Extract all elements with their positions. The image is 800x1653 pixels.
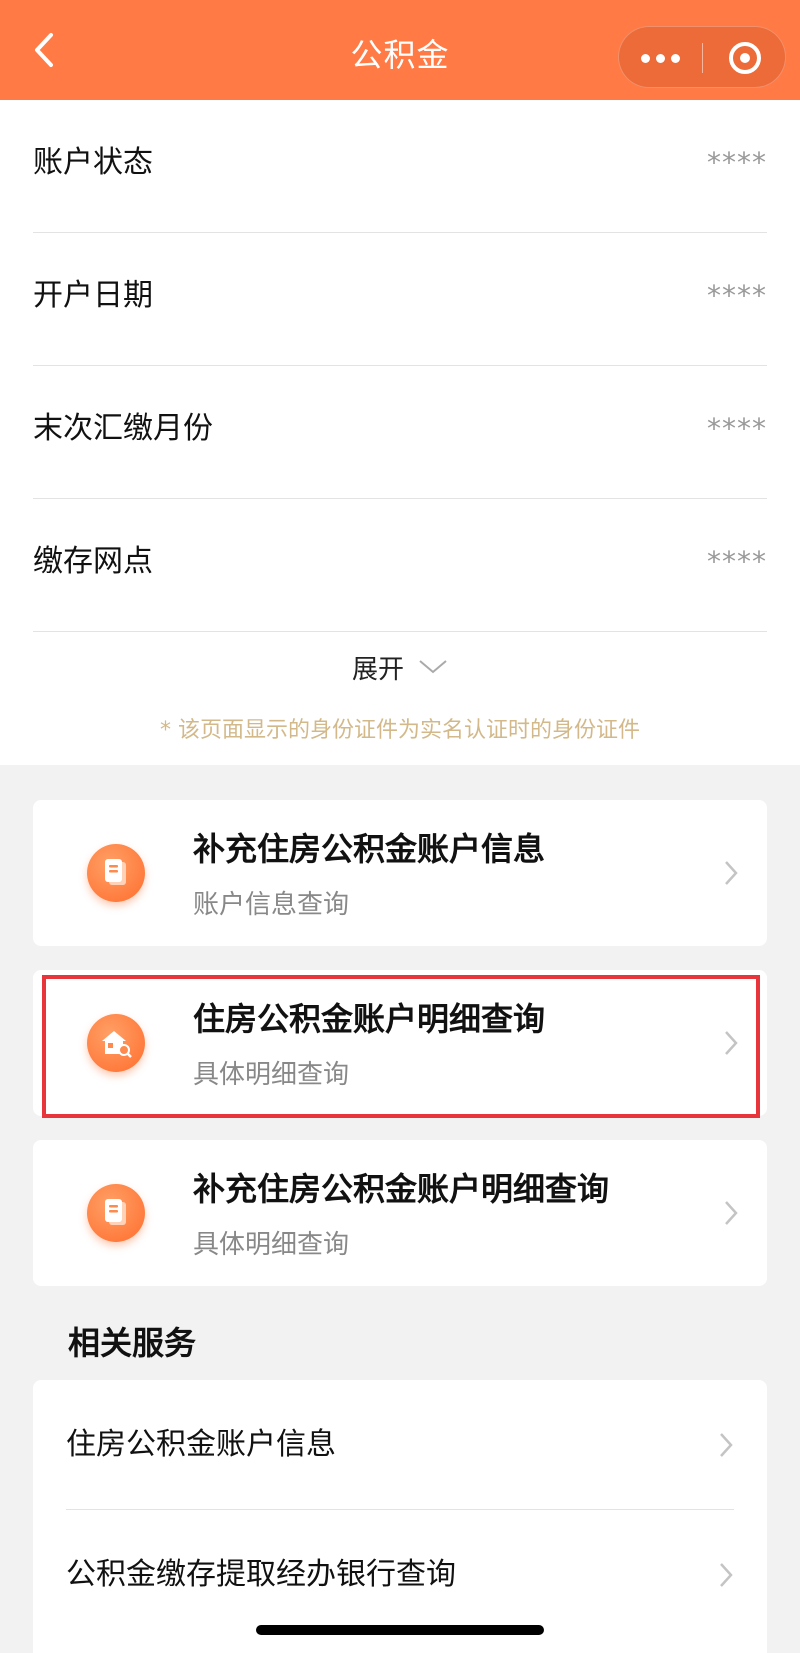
close-mini-program-button[interactable] <box>703 27 786 89</box>
info-label: 缴存网点 <box>33 544 153 579</box>
related-item-bank-query[interactable]: 公积金缴存提取经办银行查询 <box>66 1510 734 1640</box>
more-dots-icon <box>641 53 680 63</box>
related-services-title: 相关服务 <box>68 1324 197 1362</box>
card-subtitle: 具体明细查询 <box>193 1060 350 1090</box>
card-subtitle: 账户信息查询 <box>193 890 350 920</box>
card-title: 住房公积金账户明细查询 <box>193 1000 546 1038</box>
expand-button[interactable]: 展开 <box>0 637 800 697</box>
document-icon <box>87 844 145 902</box>
chevron-right-icon <box>716 1425 736 1465</box>
info-row-open-date: 开户日期 **** <box>33 233 767 366</box>
target-circle-icon <box>728 42 761 74</box>
info-label: 账户状态 <box>33 145 153 180</box>
related-item-housing-fund-account-info[interactable]: 住房公积金账户信息 <box>66 1380 734 1510</box>
info-value: **** <box>707 279 767 312</box>
info-row-deposit-branch: 缴存网点 **** <box>33 499 767 632</box>
related-item-label: 公积金缴存提取经办银行查询 <box>66 1557 456 1592</box>
card-title: 补充住房公积金账户信息 <box>193 830 546 868</box>
info-value: **** <box>707 545 767 578</box>
info-label: 开户日期 <box>33 278 153 313</box>
home-indicator[interactable] <box>256 1625 544 1635</box>
more-button[interactable] <box>619 27 702 89</box>
related-services-list: 住房公积金账户信息 公积金缴存提取经办银行查询 <box>33 1380 767 1653</box>
document-icon <box>87 1184 145 1242</box>
account-info-panel: 账户状态 **** 开户日期 **** 末次汇缴月份 **** 缴存网点 ***… <box>0 100 800 765</box>
nav-header: 公积金 <box>0 0 800 100</box>
chevron-down-icon <box>419 660 447 674</box>
card-subtitle: 具体明细查询 <box>193 1230 350 1260</box>
chevron-right-icon <box>721 853 741 893</box>
house-search-icon <box>87 1014 145 1072</box>
card-supplementary-details[interactable]: 补充住房公积金账户明细查询 具体明细查询 <box>33 1140 767 1286</box>
info-row-account-status: 账户状态 **** <box>33 100 767 233</box>
chevron-right-icon <box>716 1555 736 1595</box>
id-note: * 该页面显示的身份证件为实名认证时的身份证件 <box>160 718 640 743</box>
related-item-label: 住房公积金账户信息 <box>66 1427 336 1462</box>
info-value: **** <box>707 412 767 445</box>
card-housing-fund-details[interactable]: 住房公积金账户明细查询 具体明细查询 <box>33 970 767 1116</box>
info-value: **** <box>707 146 767 179</box>
card-supplementary-account-info[interactable]: 补充住房公积金账户信息 账户信息查询 <box>33 800 767 946</box>
chevron-right-icon <box>721 1023 741 1063</box>
info-label: 末次汇缴月份 <box>33 411 213 446</box>
mini-program-capsule <box>618 26 786 88</box>
card-title: 补充住房公积金账户明细查询 <box>193 1170 610 1208</box>
info-row-last-payment-month: 末次汇缴月份 **** <box>33 366 767 499</box>
expand-label: 展开 <box>351 654 404 685</box>
chevron-right-icon <box>721 1193 741 1233</box>
